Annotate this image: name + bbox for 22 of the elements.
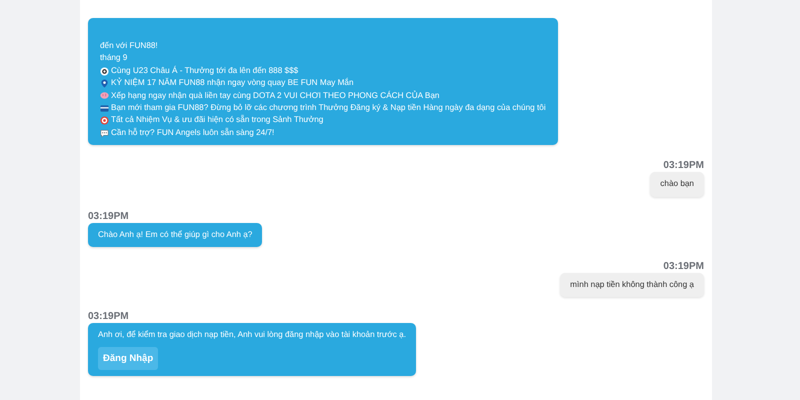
dartboard-icon: [100, 116, 109, 126]
message-text: mình nạp tiền không thành công ạ: [570, 279, 694, 292]
message-time: 03:19PM: [663, 160, 704, 172]
message-text: Cần hỗ trợ? FUN Angels luôn sẵn sàng 24/7!: [111, 126, 274, 139]
message-text: KỶ NIỆM 17 NĂM FUN88 nhận ngay vòng quay BE FUN May Mắn: [111, 77, 354, 90]
message-text: chào bạn: [660, 178, 694, 190]
message-text: Xếp hạng ngay nhận quà liền tay cùng DOTA 2 VUI CHƠI THEO PHONG CÁCH CỦA Bạn: [111, 90, 440, 102]
brain-icon: [100, 91, 109, 100]
message-text: Cùng U23 Châu Á - Thưởng tới đa lên đến 888 $$$: [111, 64, 298, 77]
message-text: Chào Anh ạ! Em có thể giúp gì cho Anh ạ?: [98, 228, 252, 241]
message-text: Anh ơi, để kiểm tra giao dịch nạp tiền, Anh vui lòng đăng nhập vào tài khoản trước ạ.: [98, 329, 406, 342]
message-time: 03:19PM: [88, 311, 129, 322]
message-time: 03:19PM: [88, 210, 129, 222]
message-text: Tất cả Nhiệm Vụ & ưu đãi hiện có sẵn trong Sảnh Thưởng: [111, 114, 324, 126]
message-text: đến với FUN88!: [100, 40, 158, 52]
card-icon: [100, 104, 109, 113]
pin-icon: [100, 78, 109, 88]
speech-bubble-icon: [100, 128, 109, 138]
message-text: Bạn mới tham gia FUN88? Đừng bỏ lỡ các chương trình Thưởng Đăng ký & Nạp tiền Hàng ngày đa dạng của chúng tôi: [111, 102, 546, 114]
message-time: 03:19PM: [663, 261, 704, 272]
login-button[interactable]: Đăng Nhập: [98, 346, 158, 370]
message-text: tháng 9: [100, 52, 128, 64]
